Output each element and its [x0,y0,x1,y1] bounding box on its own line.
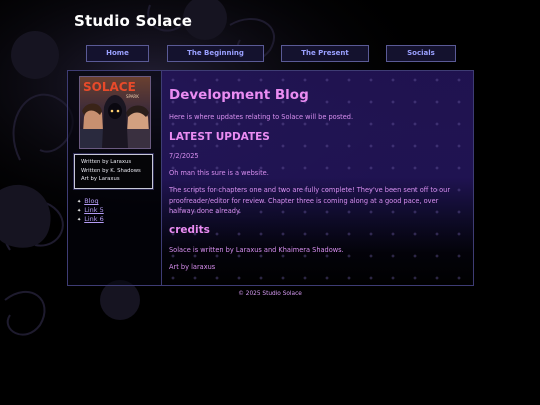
update-date: 7/2/2025 [169,152,199,160]
update-text: The scripts for chapters one and two are… [169,186,451,215]
nav-socials-link[interactable]: Socials [386,45,456,62]
nav-the-beginning-link[interactable]: The Beginning [167,45,264,62]
sidebar: SOLACE SPARK Written by Laraxus Written … [68,71,162,285]
page-container: SOLACE SPARK Written by Laraxus Written … [67,70,474,286]
credits-text: Art by laraxus [169,263,216,271]
updates-heading: LATEST UPDATES [169,131,270,143]
footer-copyright: © 2025 Studio Solace [238,291,302,297]
sidebar-link-6[interactable]: Link 6 [84,215,104,223]
credits-heading: credits [169,224,210,236]
page-title: Development Blog [169,87,309,103]
credit-line: Art by Laraxus [81,176,120,183]
star-bullet-icon: ✦ [77,208,82,214]
cover-title-art: SOLACE [83,80,136,94]
nav-the-present-link[interactable]: The Present [281,45,369,62]
book-cover-image: SOLACE SPARK [79,76,151,149]
site-title: Studio Solace [74,12,193,30]
sidebar-item-link5: ✦ Link 5 [77,206,104,215]
credit-line: Written by K. Shadows [81,167,141,174]
sidebar-links: ✦ Blog ✦ Link 5 ✦ Link 6 [77,197,104,224]
sidebar-item-blog: ✦ Blog [77,197,104,206]
main-content: Development Blog Here is where updates r… [162,71,473,285]
star-bullet-icon: ✦ [77,199,82,205]
star-bullet-icon: ✦ [77,217,82,223]
nav-home-link[interactable]: Home [86,45,149,62]
credit-line: Written by Laraxus [81,159,132,165]
sidebar-link-blog[interactable]: Blog [84,197,98,205]
blog-intro: Here is where updates relating to Solace… [169,113,354,121]
cover-subtitle-art: SPARK [126,94,139,99]
credits-box: Written by Laraxus Written by K. Shadows… [74,154,153,189]
update-text: Oh man this sure is a website. [169,169,269,177]
sidebar-item-link6: ✦ Link 6 [77,215,104,224]
credits-text: Solace is written by Laraxus and Khaimer… [169,246,344,254]
sidebar-link-5[interactable]: Link 5 [84,206,104,214]
